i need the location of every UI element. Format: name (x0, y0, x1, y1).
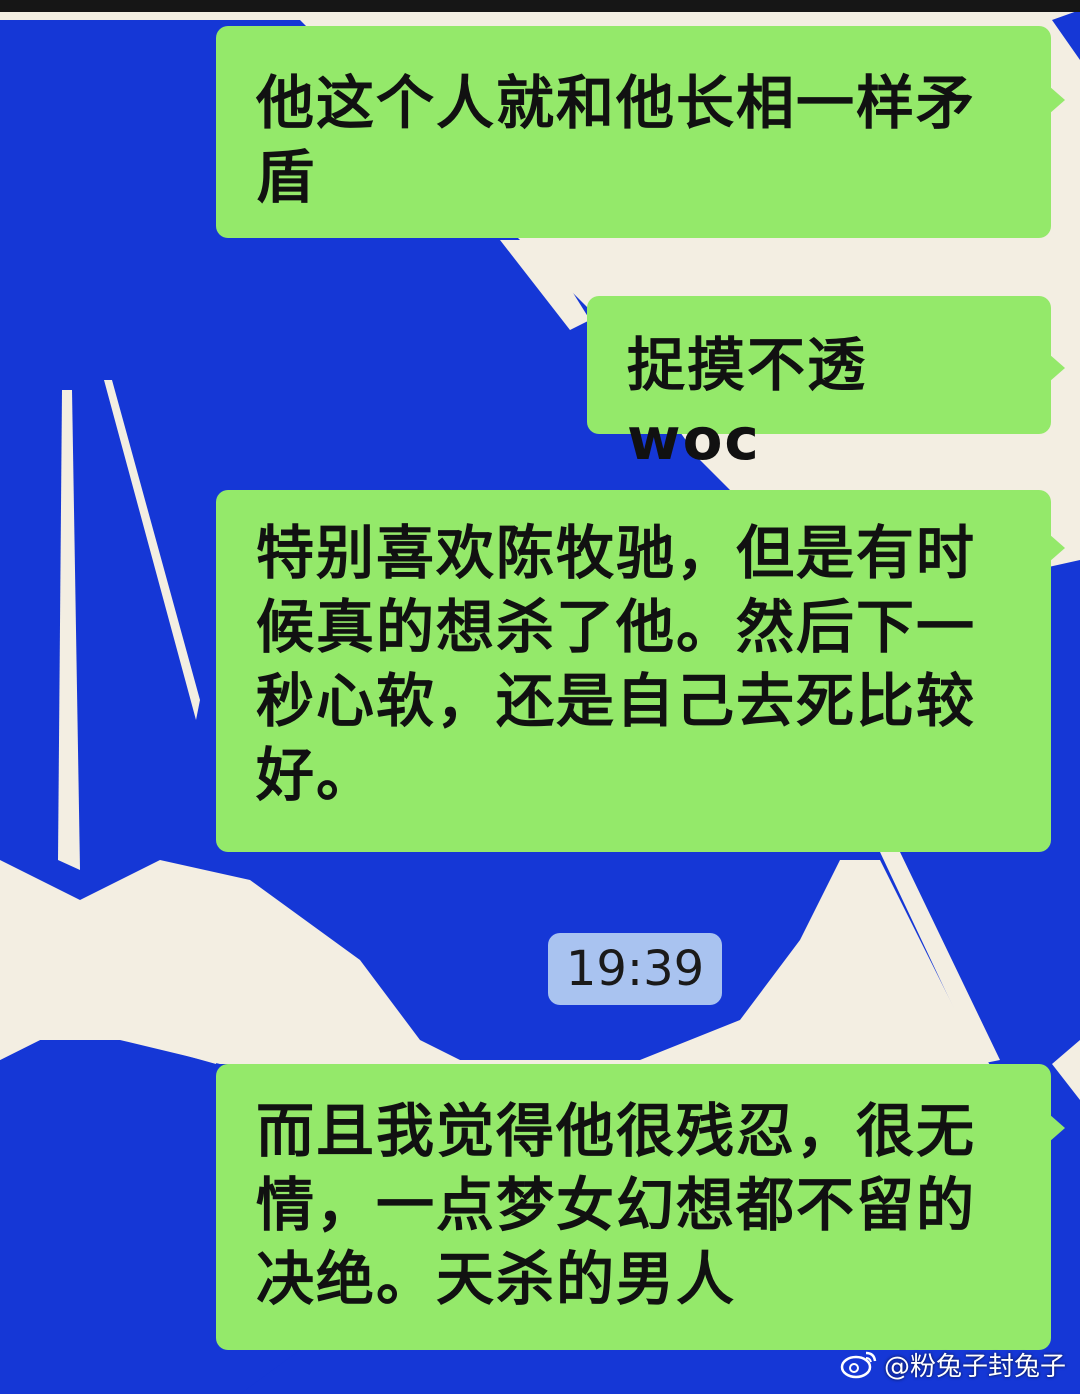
watermark-text: @粉兔子封兔子 (883, 1351, 1066, 1382)
watermark: @粉兔子封兔子 (840, 1344, 1066, 1384)
chat-bubble-sent[interactable]: 特别喜欢陈牧驰，但是有时 候真的想杀了他。然后下一 秒心软，还是自己去死比较 好… (216, 490, 1065, 852)
weibo-logo-icon (840, 1351, 877, 1379)
bubble-tail (1049, 534, 1065, 562)
bubble-tail (1049, 354, 1065, 382)
top-status-strip (0, 0, 1080, 12)
chat-bubble-sent[interactable]: 捉摸不透 woc (587, 296, 1065, 473)
chat-bubble-sent[interactable]: 而且我觉得他很残忍，很无 情，一点梦女幻想都不留的 决绝。天杀的男人 (216, 1064, 1065, 1350)
message-text: 而且我觉得他很残忍，很无 情，一点梦女幻想都不留的 决绝。天杀的男人 (256, 1097, 977, 1313)
bubble-tail (1049, 1114, 1065, 1142)
message-timestamp: 19:39 (548, 933, 722, 1005)
message-text: 特别喜欢陈牧驰，但是有时 候真的想杀了他。然后下一 秒心软，还是自己去死比较 好… (256, 519, 977, 809)
chat-bubble-sent[interactable]: 他这个人就和他长相一样矛 盾 (216, 26, 1065, 238)
message-text: 捉摸不透 woc (627, 331, 890, 473)
message-text: 他这个人就和他长相一样矛 盾 (256, 69, 977, 211)
bubble-tail (1049, 86, 1065, 114)
